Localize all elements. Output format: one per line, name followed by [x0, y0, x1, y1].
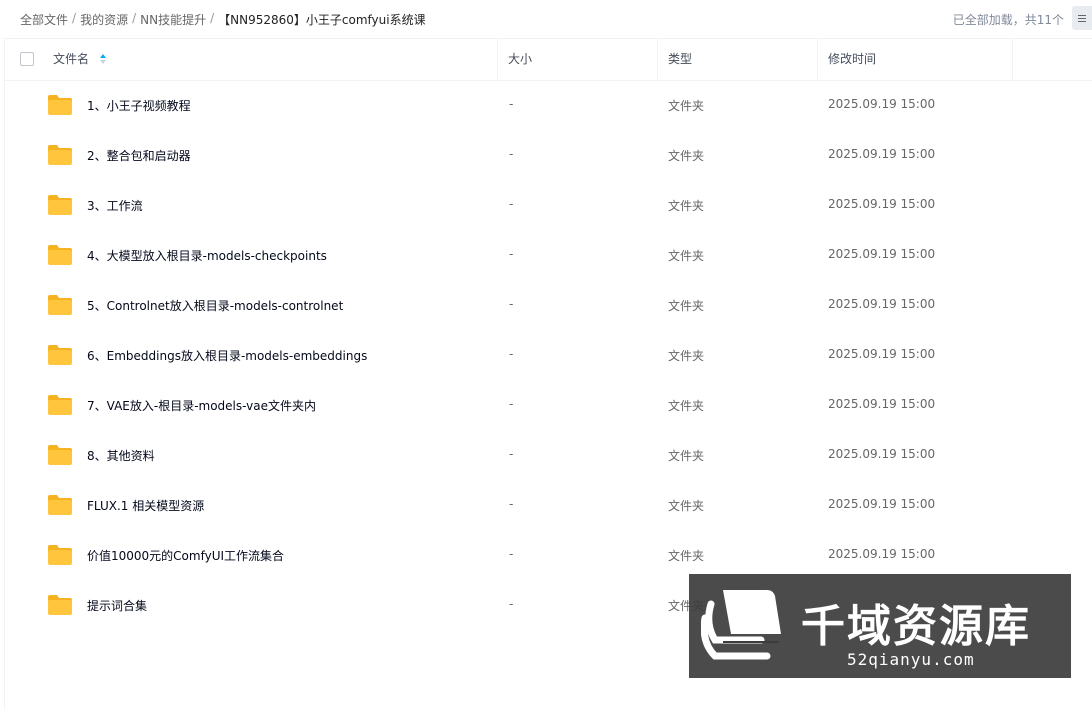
- file-modified-time: 2025.09.19 15:00: [828, 147, 936, 161]
- file-type: 文件夹: [668, 399, 705, 413]
- table-row[interactable]: 4、大模型放入根目录-models-checkpoints - 文件夹 2025.09…: [5, 230, 1092, 280]
- file-name-link[interactable]: 2、整合包和启动器: [87, 147, 191, 164]
- file-modified-time: 2025.09.19 15:00: [828, 547, 936, 561]
- file-name-link[interactable]: 3、工作流: [87, 197, 143, 214]
- select-all-checkbox[interactable]: [20, 52, 34, 66]
- file-modified-time: 2025.09.19 15:00: [828, 347, 936, 361]
- file-size: -: [509, 347, 514, 361]
- file-size: -: [509, 97, 514, 111]
- file-name-link[interactable]: 价值10000元的ComfyUI工作流集合: [87, 547, 284, 564]
- file-name-link[interactable]: 提示词合集: [87, 597, 147, 614]
- file-modified-time: 2025.09.19 15:00: [828, 97, 936, 111]
- list-view-toggle-button[interactable]: [1072, 6, 1092, 30]
- watermark-url: 52qianyu.com: [847, 650, 975, 669]
- file-name-link[interactable]: FLUX.1 相关模型资源: [87, 497, 204, 514]
- table-row[interactable]: 1、小王子视频教程 - 文件夹 2025.09.19 15:00: [5, 80, 1092, 130]
- file-modified-time: 2025.09.19 15:00: [828, 497, 936, 511]
- table-row[interactable]: 7、VAE放入-根目录-models-vae文件夹内 - 文件夹 2025.09.19…: [5, 380, 1092, 430]
- column-header-name[interactable]: 文件名: [5, 39, 498, 80]
- file-type: 文件夹: [668, 349, 705, 363]
- top-bar: 全部文件 / 我的资源 / NN技能提升 / 【NN952860】小王子comf…: [0, 0, 1092, 38]
- file-modified-time: 2025.09.19 15:00: [828, 397, 936, 411]
- list-view-icon: [1078, 14, 1086, 23]
- file-modified-time: 2025.09.19 15:00: [828, 247, 936, 261]
- file-type: 文件夹: [668, 549, 705, 563]
- folder-icon: [48, 395, 72, 415]
- load-status-text: 已全部加载，共11个: [952, 13, 1064, 27]
- folder-icon: [48, 345, 72, 365]
- file-size: -: [509, 447, 514, 461]
- file-size: -: [509, 397, 514, 411]
- file-name-link[interactable]: 4、大模型放入根目录-models-checkpoints: [87, 247, 327, 264]
- file-name-link[interactable]: 1、小王子视频教程: [87, 97, 191, 114]
- table-row[interactable]: 价值10000元的ComfyUI工作流集合 - 文件夹 2025.09.19 15:0…: [5, 530, 1092, 580]
- folder-icon: [48, 545, 72, 565]
- column-header-type[interactable]: 类型: [658, 39, 818, 80]
- file-size: -: [509, 597, 514, 611]
- file-type: 文件夹: [668, 449, 705, 463]
- file-type: 文件夹: [668, 99, 705, 113]
- file-size: -: [509, 297, 514, 311]
- column-header-name-label: 文件名: [53, 52, 90, 66]
- file-name-link[interactable]: 5、Controlnet放入根目录-models-controlnet: [87, 297, 343, 314]
- file-rows: 1、小王子视频教程 - 文件夹 2025.09.19 15:00 2、整合包和启动器 - 文…: [5, 80, 1092, 630]
- books-logo-icon: [701, 590, 781, 660]
- file-type: 文件夹: [668, 199, 705, 213]
- table-row[interactable]: 8、其他资料 - 文件夹 2025.09.19 15:00: [5, 430, 1092, 480]
- sort-icon[interactable]: [99, 53, 107, 65]
- folder-icon: [48, 495, 72, 515]
- table-row[interactable]: 6、Embeddings放入根目录-models-embeddings - 文件夹 2…: [5, 330, 1092, 380]
- breadcrumb-separator: /: [132, 11, 137, 25]
- table-row[interactable]: 2、整合包和启动器 - 文件夹 2025.09.19 15:00: [5, 130, 1092, 180]
- folder-icon: [48, 95, 72, 115]
- breadcrumb-current-folder: 【NN952860】小王子comfyui系统课: [218, 13, 426, 27]
- file-modified-time: 2025.09.19 15:00: [828, 197, 936, 211]
- file-type: 文件夹: [668, 249, 705, 263]
- file-type: 文件夹: [668, 499, 705, 513]
- breadcrumb-item-all-files[interactable]: 全部文件: [20, 11, 68, 28]
- table-row[interactable]: FLUX.1 相关模型资源 - 文件夹 2025.09.19 15:00: [5, 480, 1092, 530]
- file-name-link[interactable]: 6、Embeddings放入根目录-models-embeddings: [87, 347, 367, 364]
- folder-icon: [48, 445, 72, 465]
- watermark-overlay: 千域资源库 52qianyu.com: [689, 574, 1071, 678]
- breadcrumb-separator: /: [210, 11, 215, 25]
- file-size: -: [509, 547, 514, 561]
- column-header-size[interactable]: 大小: [498, 39, 658, 80]
- table-row[interactable]: 5、Controlnet放入根目录-models-controlnet - 文件夹 2…: [5, 280, 1092, 330]
- folder-icon: [48, 595, 72, 615]
- folder-icon: [48, 295, 72, 315]
- file-size: -: [509, 147, 514, 161]
- file-type: 文件夹: [668, 149, 705, 163]
- breadcrumb-item-my-resources[interactable]: 我的资源: [80, 11, 128, 28]
- table-header: 文件名 大小 类型 修改时间: [5, 38, 1092, 81]
- folder-icon: [48, 145, 72, 165]
- file-modified-time: 2025.09.19 15:00: [828, 447, 936, 461]
- file-type: 文件夹: [668, 299, 705, 313]
- folder-icon: [48, 245, 72, 265]
- breadcrumb-item-nn-skills[interactable]: NN技能提升: [140, 11, 206, 28]
- table-row[interactable]: 3、工作流 - 文件夹 2025.09.19 15:00: [5, 180, 1092, 230]
- file-size: -: [509, 497, 514, 511]
- file-name-link[interactable]: 8、其他资料: [87, 447, 155, 464]
- breadcrumb: 全部文件 / 我的资源 / NN技能提升 / 【NN952860】小王子comf…: [20, 11, 426, 28]
- file-modified-time: 2025.09.19 15:00: [828, 297, 936, 311]
- file-size: -: [509, 197, 514, 211]
- folder-icon: [48, 195, 72, 215]
- column-header-modified-time[interactable]: 修改时间: [818, 39, 1013, 80]
- file-name-link[interactable]: 7、VAE放入-根目录-models-vae文件夹内: [87, 397, 316, 414]
- file-size: -: [509, 247, 514, 261]
- watermark-title: 千域资源库: [801, 601, 1031, 652]
- breadcrumb-separator: /: [72, 11, 77, 25]
